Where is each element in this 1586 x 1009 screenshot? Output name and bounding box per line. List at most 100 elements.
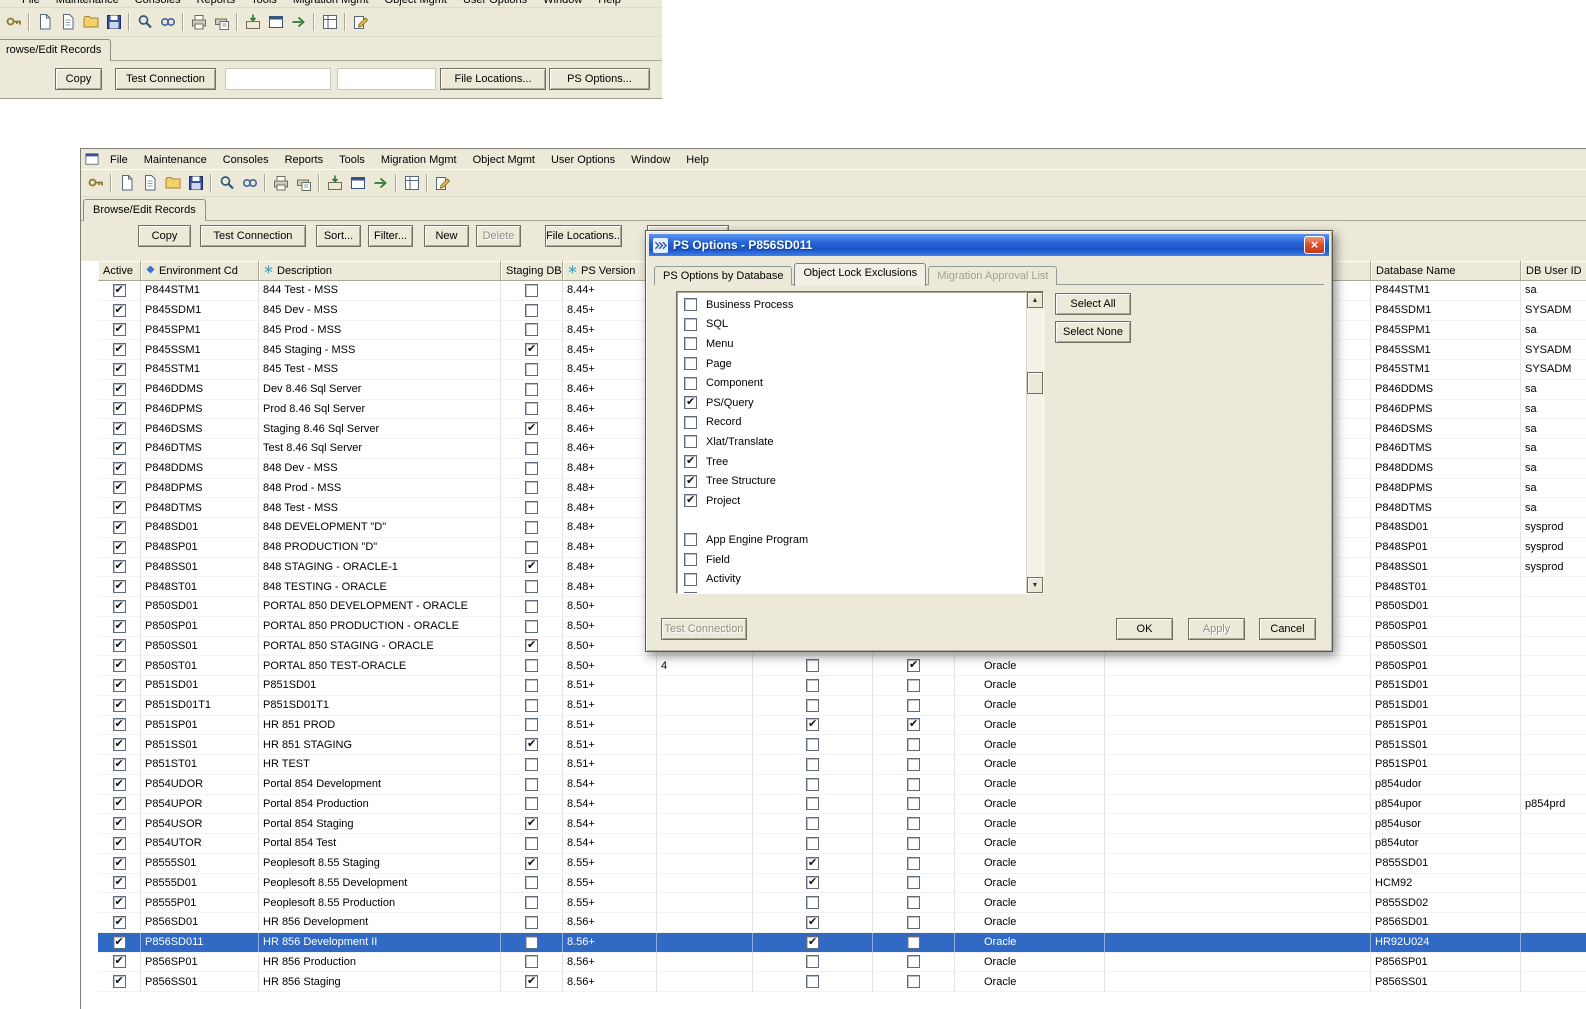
lock-b-checkbox[interactable]: [907, 896, 920, 909]
lock-a-checkbox[interactable]: [806, 955, 819, 968]
staging-db-checkbox[interactable]: [525, 580, 538, 593]
active-checkbox[interactable]: [113, 383, 126, 396]
active-checkbox[interactable]: [113, 659, 126, 672]
lock-a-checkbox[interactable]: [806, 857, 819, 870]
object-type-checkbox[interactable]: [684, 377, 697, 390]
scroll-thumb[interactable]: [1027, 372, 1043, 394]
lock-a-checkbox[interactable]: [806, 758, 819, 771]
active-checkbox[interactable]: [113, 639, 126, 652]
dialog-titlebar[interactable]: PS Options - P856SD011: [649, 234, 1329, 256]
active-checkbox[interactable]: [113, 797, 126, 810]
key-icon[interactable]: [2, 11, 25, 34]
menu-object-mgmt[interactable]: Object Mgmt: [377, 0, 455, 8]
active-checkbox[interactable]: [113, 580, 126, 593]
staging-db-checkbox[interactable]: [525, 383, 538, 396]
active-checkbox[interactable]: [113, 699, 126, 712]
active-checkbox[interactable]: [113, 541, 126, 554]
staging-db-checkbox[interactable]: [525, 481, 538, 494]
lock-b-checkbox[interactable]: [907, 758, 920, 771]
lock-b-checkbox[interactable]: [907, 975, 920, 988]
active-checkbox[interactable]: [113, 718, 126, 731]
scroll-up-button[interactable]: [1027, 292, 1043, 308]
lock-b-checkbox[interactable]: [907, 718, 920, 731]
lock-b-checkbox[interactable]: [907, 738, 920, 751]
copy-button[interactable]: Copy: [138, 225, 191, 247]
staging-db-checkbox[interactable]: [525, 975, 538, 988]
table-row-p854usor[interactable]: P854USORPortal 854 Staging8.54+Oraclep85…: [98, 814, 1586, 834]
staging-db-checkbox[interactable]: [525, 916, 538, 929]
menu-window[interactable]: Window: [623, 151, 678, 168]
menu-migration-mgmt[interactable]: Migration Mgmt: [373, 151, 465, 168]
table-row-p851sd01t1[interactable]: P851SD01T1P851SD01T18.51+OracleP851SD01: [98, 696, 1586, 716]
lock-b-checkbox[interactable]: [907, 955, 920, 968]
lock-a-checkbox[interactable]: [806, 817, 819, 830]
print-preview-icon[interactable]: [210, 11, 233, 34]
report-icon[interactable]: [318, 11, 341, 34]
staging-db-checkbox[interactable]: [525, 620, 538, 633]
lock-b-checkbox[interactable]: [907, 797, 920, 810]
window-icon[interactable]: [264, 11, 287, 34]
filter-button[interactable]: Filter...: [368, 225, 413, 247]
import-icon[interactable]: [241, 11, 264, 34]
object-type-checkbox[interactable]: [684, 533, 697, 546]
staging-db-checkbox[interactable]: [525, 343, 538, 356]
menu-reports[interactable]: Reports: [277, 151, 332, 168]
tab-object-lock-exclusions[interactable]: Object Lock Exclusions: [794, 263, 926, 286]
object-type-app-engine-program[interactable]: App Engine Program: [678, 530, 1026, 550]
object-type-record[interactable]: Record: [678, 413, 1026, 433]
staging-db-checkbox[interactable]: [525, 600, 538, 613]
tab-browse-edit-records[interactable]: rowse/Edit Records: [0, 39, 111, 61]
lock-a-checkbox[interactable]: [806, 659, 819, 672]
new-doc-icon[interactable]: [115, 172, 138, 195]
staging-db-checkbox[interactable]: [525, 659, 538, 672]
lock-a-checkbox[interactable]: [806, 975, 819, 988]
table-row-p854upor[interactable]: P854UPORPortal 854 Production8.54+Oracle…: [98, 795, 1586, 815]
active-checkbox[interactable]: [113, 600, 126, 613]
link-icon[interactable]: [156, 11, 179, 34]
lock-b-checkbox[interactable]: [907, 699, 920, 712]
column-header-db-user-id[interactable]: DB User ID: [1521, 261, 1586, 280]
folder-icon[interactable]: [79, 11, 102, 34]
menu-help[interactable]: Help: [590, 0, 629, 8]
object-type-checkbox[interactable]: [684, 396, 697, 409]
staging-db-checkbox[interactable]: [525, 679, 538, 692]
active-checkbox[interactable]: [113, 501, 126, 514]
object-type-item[interactable]: [678, 589, 1026, 593]
table-row-p850st01[interactable]: P850ST01PORTAL 850 TEST-ORACLE8.50+4Orac…: [98, 656, 1586, 676]
menu-consoles[interactable]: Consoles: [215, 151, 277, 168]
staging-db-checkbox[interactable]: [525, 462, 538, 475]
search-icon[interactable]: [133, 11, 156, 34]
table-row-p856sp01[interactable]: P856SP01HR 856 Production8.56+OracleP856…: [98, 953, 1586, 973]
column-header-ps-version[interactable]: PS Version: [563, 261, 657, 280]
edit-icon[interactable]: [349, 11, 372, 34]
print-preview-icon[interactable]: [292, 172, 315, 195]
staging-db-checkbox[interactable]: [525, 560, 538, 573]
object-type-project[interactable]: Project: [678, 491, 1026, 511]
active-checkbox[interactable]: [113, 679, 126, 692]
table-row-p856sd011[interactable]: P856SD011HR 856 Development II8.56+Oracl…: [98, 933, 1586, 953]
object-type-checkbox[interactable]: [684, 553, 697, 566]
arrow-right-icon[interactable]: [287, 11, 310, 34]
active-checkbox[interactable]: [113, 521, 126, 534]
menu-file[interactable]: File: [14, 0, 48, 8]
tab-browse-edit-records[interactable]: Browse/Edit Records: [83, 199, 206, 221]
object-type-checkbox[interactable]: [684, 416, 697, 429]
test-connection-button[interactable]: Test Connection: [115, 68, 216, 90]
lock-b-checkbox[interactable]: [907, 778, 920, 791]
table-row-p856ss01[interactable]: P856SS01HR 856 Staging8.56+OracleP856SS0…: [98, 972, 1586, 992]
active-checkbox[interactable]: [113, 442, 126, 455]
lock-b-checkbox[interactable]: [907, 936, 920, 949]
lock-a-checkbox[interactable]: [806, 699, 819, 712]
staging-db-checkbox[interactable]: [525, 758, 538, 771]
staging-db-checkbox[interactable]: [525, 896, 538, 909]
menu-object-mgmt[interactable]: Object Mgmt: [465, 151, 543, 168]
save-icon[interactable]: [102, 11, 125, 34]
staging-db-checkbox[interactable]: [525, 422, 538, 435]
window-menu-icon[interactable]: [84, 151, 100, 167]
active-checkbox[interactable]: [113, 817, 126, 830]
menu-maintenance[interactable]: Maintenance: [48, 0, 127, 8]
staging-db-checkbox[interactable]: [525, 738, 538, 751]
object-type-field[interactable]: Field: [678, 550, 1026, 570]
object-type-ps-query[interactable]: PS/Query: [678, 393, 1026, 413]
lock-a-checkbox[interactable]: [806, 837, 819, 850]
